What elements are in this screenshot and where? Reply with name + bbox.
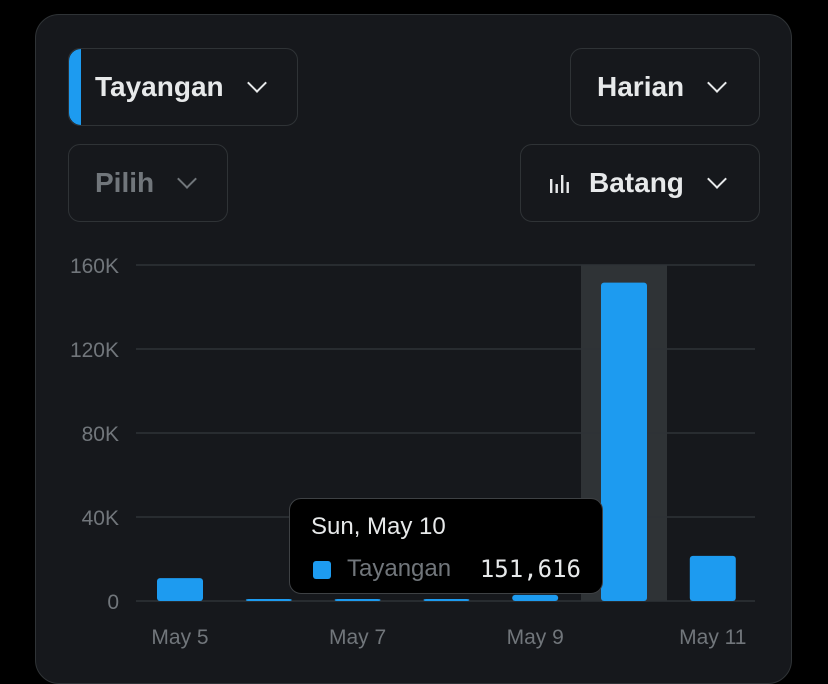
y-tick-label: 0	[107, 591, 119, 614]
tooltip-date: Sun, May 10	[311, 513, 446, 540]
bar	[245, 599, 292, 601]
x-tick-label: May 9	[507, 626, 564, 649]
bar	[423, 599, 470, 601]
tooltip-series-label: Tayangan	[347, 555, 452, 582]
chart-tooltip: Sun, May 10 Tayangan 151,616	[289, 498, 603, 594]
x-tick-label: May 7	[329, 626, 386, 649]
bar	[601, 282, 647, 601]
y-tick-label: 80K	[82, 423, 119, 446]
bar	[512, 594, 559, 601]
tooltip-series-swatch	[313, 561, 331, 579]
bar	[157, 578, 203, 601]
x-tick-label: May 5	[151, 626, 208, 649]
tooltip-value: 151,616	[479, 555, 581, 583]
bar	[689, 555, 736, 601]
y-tick-label: 40K	[82, 507, 119, 530]
y-tick-label: 120K	[70, 339, 119, 362]
y-tick-label: 160K	[70, 255, 119, 278]
bar	[334, 599, 381, 601]
x-tick-label: May 11	[679, 626, 746, 649]
